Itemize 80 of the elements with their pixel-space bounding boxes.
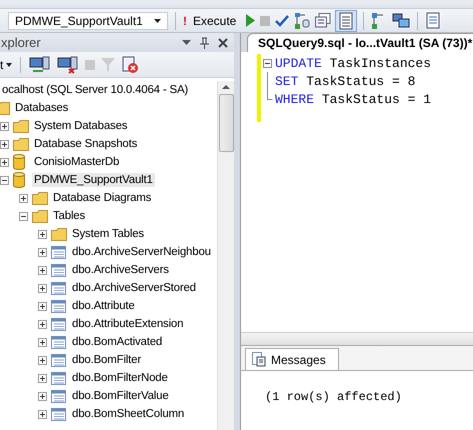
- expander-icon[interactable]: [38, 374, 47, 382]
- table-icon: [51, 372, 66, 384]
- results-text-icon[interactable]: [315, 13, 332, 28]
- expander-icon[interactable]: [0, 140, 9, 148]
- tree-item[interactable]: System Tables: [70, 227, 146, 241]
- script-icon[interactable]: [121, 56, 140, 74]
- tree-item[interactable]: Databases: [13, 101, 70, 115]
- connect-menu[interactable]: t: [0, 58, 12, 72]
- expander-icon[interactable]: [38, 248, 47, 256]
- expander-icon[interactable]: [38, 356, 47, 364]
- tree-item[interactable]: Tables: [51, 209, 88, 223]
- expander-icon[interactable]: [38, 392, 47, 400]
- folder-icon: [13, 138, 29, 150]
- tree-item[interactable]: dbo.ArchiveServerNeighbou: [70, 245, 213, 259]
- table-icon: [51, 354, 66, 366]
- tree-item[interactable]: Database Snapshots: [32, 137, 140, 151]
- expander-icon[interactable]: [38, 410, 47, 418]
- play-icon[interactable]: [245, 14, 256, 27]
- dropdown-icon[interactable]: [182, 40, 191, 45]
- query-plan-icon[interactable]: [294, 12, 310, 30]
- expander-icon[interactable]: [19, 194, 28, 202]
- checkmark-icon[interactable]: [275, 14, 290, 26]
- tree-item[interactable]: System Databases: [32, 119, 130, 133]
- table-icon: [51, 246, 66, 258]
- expander-icon[interactable]: [38, 230, 47, 238]
- results-grid-icon[interactable]: [336, 10, 356, 30]
- tree-item[interactable]: dbo.BomFilter: [70, 353, 143, 367]
- tree-item[interactable]: PDMWE_SupportVault1: [32, 173, 155, 187]
- expander-icon[interactable]: [0, 176, 9, 184]
- table-icon: [51, 336, 66, 348]
- tree-item[interactable]: dbo.ArchiveServers: [70, 263, 171, 277]
- disconnect-server-icon[interactable]: [57, 56, 80, 74]
- caret-icon: [154, 18, 161, 22]
- expander-icon[interactable]: [0, 158, 9, 166]
- expander-icon[interactable]: [38, 338, 47, 346]
- expander-icon[interactable]: [38, 266, 47, 274]
- database-icon: [13, 172, 25, 188]
- tree-item[interactable]: dbo.BomFilterNode: [70, 371, 170, 385]
- table-icon: [51, 318, 66, 330]
- tree-item[interactable]: ocalhost (SQL Server 10.0.4064 - SA): [0, 83, 190, 97]
- table-icon: [51, 264, 66, 276]
- tree-item[interactable]: dbo.BomActivated: [70, 335, 164, 349]
- tree-item[interactable]: dbo.AttributeExtension: [70, 317, 186, 331]
- expander-icon[interactable]: [0, 122, 9, 130]
- tree-item[interactable]: dbo.Attribute: [70, 299, 137, 313]
- expander-icon[interactable]: [38, 302, 47, 310]
- code-line: SET TaskStatus = 8: [274, 74, 416, 88]
- table-icon: [51, 408, 66, 420]
- folder-icon: [13, 120, 29, 132]
- folder-icon: [32, 192, 48, 204]
- database-icon: [13, 154, 25, 170]
- tree-item[interactable]: dbo.ArchiveServerStored: [70, 281, 198, 295]
- code-line: WHERE TaskStatus = 1: [274, 92, 432, 106]
- messages-icon: [252, 352, 266, 367]
- code-line: UPDATE TaskInstances: [274, 56, 432, 70]
- pin-icon[interactable]: [200, 36, 209, 48]
- tree-item[interactable]: dbo.BomFilterValue: [70, 389, 171, 403]
- tree-item[interactable]: Database Diagrams: [51, 191, 154, 205]
- tree-item[interactable]: ConisioMasterDb: [32, 155, 122, 169]
- result-message: (1 row(s) affected): [265, 390, 402, 404]
- messages-tab[interactable]: Messages: [245, 348, 339, 370]
- tree-item[interactable]: dbo.BomSheetColumn: [70, 407, 186, 421]
- expander-icon[interactable]: [38, 320, 47, 328]
- folder-icon: [51, 228, 67, 240]
- query-tab[interactable]: SQLQuery9.sql - lo...tVault1 (SA (73))*: [247, 33, 473, 52]
- panel-title: xplorer: [1, 35, 41, 50]
- connect-server-icon[interactable]: [29, 56, 52, 74]
- table-icon: [51, 282, 66, 294]
- close-icon[interactable]: [218, 38, 228, 48]
- scrollbar[interactable]: [241, 333, 473, 346]
- table-icon: [51, 390, 66, 402]
- change-marker: [257, 54, 261, 122]
- folder-icon: [32, 210, 48, 222]
- monitors-icon[interactable]: [392, 12, 410, 28]
- caret-icon: [6, 62, 12, 66]
- database-dropdown[interactable]: PDMWE_SupportVault1: [8, 12, 168, 30]
- expander-icon[interactable]: [19, 212, 28, 220]
- execute-button[interactable]: ! Execute: [183, 14, 240, 28]
- table-icon: [51, 300, 66, 312]
- expander-icon[interactable]: [38, 284, 47, 292]
